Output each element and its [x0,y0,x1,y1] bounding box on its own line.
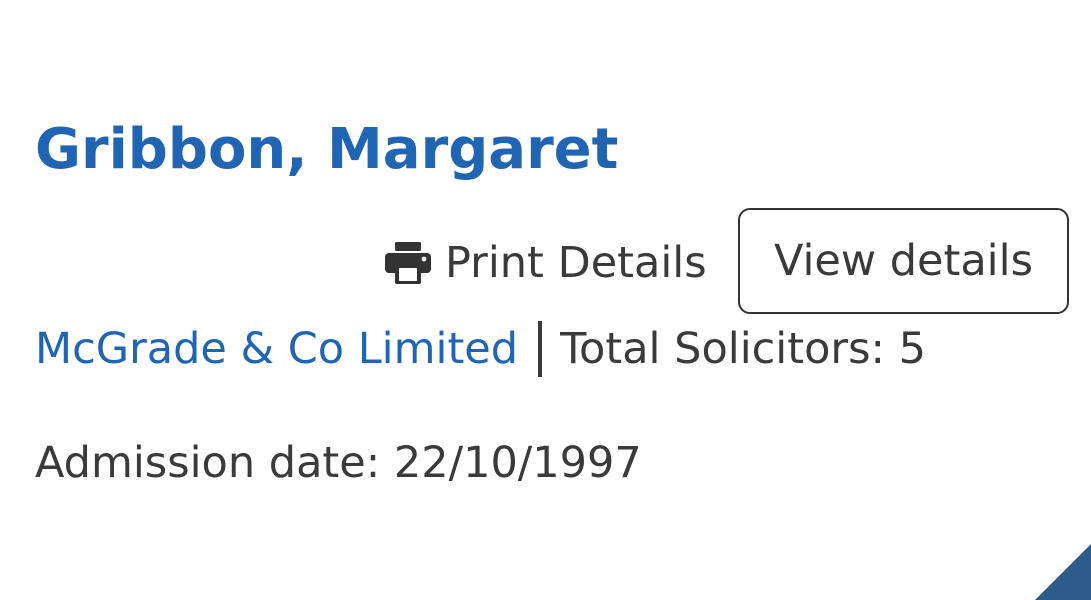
firm-name-link[interactable]: McGrade & Co Limited [35,324,518,374]
total-solicitors: Total Solicitors: 5 [560,324,927,374]
admission-date: Admission date: 22/10/1997 [35,438,642,488]
print-details-link[interactable]: Print Details [385,232,707,294]
printer-icon [385,242,431,284]
view-details-button[interactable]: View details [738,208,1069,314]
solicitor-name: Gribbon, Margaret [35,117,619,182]
firm-row: McGrade & Co Limited Total Solicitors: 5 [35,318,926,380]
separator [538,321,543,377]
corner-decoration [1035,544,1091,600]
print-details-label: Print Details [445,238,707,288]
